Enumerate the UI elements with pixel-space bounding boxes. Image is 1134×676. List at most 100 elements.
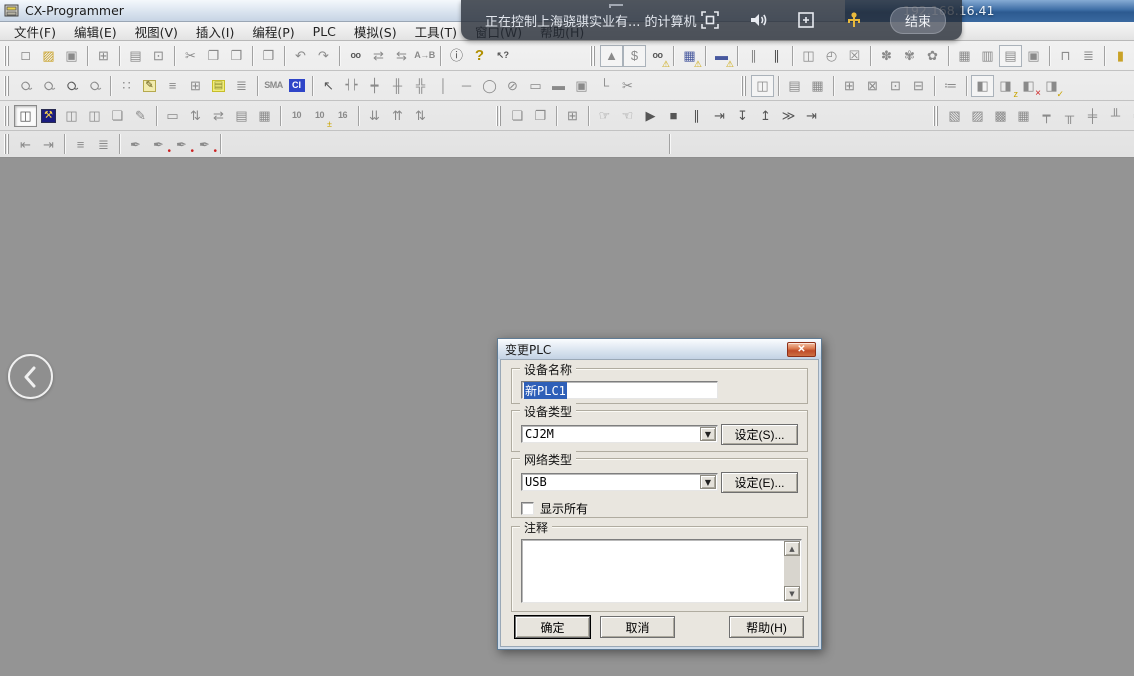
menu-tools[interactable]: 工具(T) xyxy=(406,21,466,42)
sim-continuous-step-button[interactable]: ≫ xyxy=(777,105,800,127)
find-online-button[interactable]: oo⚠ xyxy=(646,45,669,67)
new-closed-coil-button[interactable]: ⊘ xyxy=(501,75,524,97)
work-online-button[interactable]: ▲ xyxy=(600,45,623,67)
sound-button[interactable] xyxy=(746,8,770,32)
toolbar-grip[interactable] xyxy=(4,76,11,96)
context-help-button[interactable]: ↖? xyxy=(491,45,514,67)
online-edit-send-button[interactable]: ◨z xyxy=(994,75,1017,97)
memory-cascade-button[interactable]: ▥ xyxy=(976,45,999,67)
rung-wrapping-button[interactable]: ⊞ xyxy=(184,75,207,97)
menu-simulation[interactable]: 模拟(S) xyxy=(345,21,406,42)
io-table-button[interactable]: ◫ xyxy=(797,45,820,67)
show-hierarchy-button[interactable]: ≣ xyxy=(230,75,253,97)
cut-button[interactable]: ✂ xyxy=(179,45,202,67)
comment-grid-button[interactable]: ▦ xyxy=(1012,105,1035,127)
paste-button[interactable]: ❒ xyxy=(225,45,248,67)
show-all-checkbox[interactable] xyxy=(521,502,534,515)
go-to-rung-button[interactable]: ≣ xyxy=(92,133,115,155)
redo-button[interactable]: ↷ xyxy=(312,45,335,67)
transfer-from-plc-button[interactable]: ⇈ xyxy=(386,105,409,127)
sim-step-in-button[interactable]: ↧ xyxy=(731,105,754,127)
menu-plc[interactable]: PLC xyxy=(304,23,345,40)
compare-with-plc-button[interactable]: ⇄ xyxy=(207,105,230,127)
pause-monitoring-button[interactable]: ∥ xyxy=(742,45,765,67)
help-button[interactable]: 帮助(H) xyxy=(729,616,804,638)
auto-online-button[interactable]: $ xyxy=(623,45,646,67)
transfer-to-plc-button[interactable]: ▦⚠ xyxy=(678,45,701,67)
open-project-button[interactable]: ▨ xyxy=(37,45,60,67)
find-button[interactable]: oo xyxy=(344,45,367,67)
new-vertical-line-button[interactable]: │ xyxy=(432,75,455,97)
scroll-up-icon[interactable]: ▲ xyxy=(784,541,800,556)
cross-reference-button[interactable]: ◫ xyxy=(83,105,106,127)
toolbar-grip[interactable] xyxy=(4,46,11,66)
plc-clock-button[interactable]: ◴ xyxy=(820,45,843,67)
show-properties-button[interactable]: ✎ xyxy=(129,105,152,127)
overlay-handle[interactable] xyxy=(609,4,623,8)
sim-io-window-button[interactable]: ⊞ xyxy=(561,105,584,127)
help-contents-button[interactable]: ? xyxy=(468,45,491,67)
menu-file[interactable]: 文件(F) xyxy=(5,21,65,42)
memory-grid-button[interactable]: ▣ xyxy=(1022,45,1045,67)
verify-memory-button[interactable]: ⇅ xyxy=(409,105,432,127)
zoom-out-button[interactable]: Q xyxy=(37,75,60,97)
comment-box-button[interactable]: ▧ xyxy=(943,105,966,127)
paste-program-button[interactable]: ❒ xyxy=(257,45,280,67)
new-horizontal-line-button[interactable]: ─ xyxy=(455,75,478,97)
sim-step-out-button[interactable]: ↥ xyxy=(754,105,777,127)
sim-step-run-button[interactable]: ⇥ xyxy=(708,105,731,127)
end-session-button[interactable]: 结束 xyxy=(890,7,946,34)
fullscreen-button[interactable] xyxy=(698,8,722,32)
replace-button[interactable]: ⇄ xyxy=(367,45,390,67)
net-branch-bar-button[interactable]: ╤ xyxy=(1127,105,1134,127)
comment-textarea[interactable]: ▲ ▼ xyxy=(521,539,802,603)
monitor-mode-button[interactable]: ▬⚠ xyxy=(710,45,733,67)
monitor-signed-decimal-button[interactable]: 10± xyxy=(308,105,331,127)
set-breakpoint-button[interactable]: ☞ xyxy=(593,105,616,127)
new-instruction-button[interactable]: ▭ xyxy=(524,75,547,97)
indent-rung-right-button[interactable]: ⇥ xyxy=(37,133,60,155)
io-comment-view-button[interactable]: ❏ xyxy=(106,105,129,127)
sim-scan-window-button[interactable]: ❏ xyxy=(506,105,529,127)
ci-view-button[interactable]: CI xyxy=(285,75,308,97)
dialog-close-button[interactable]: ✕ xyxy=(787,342,816,357)
undo-button[interactable]: ↶ xyxy=(289,45,312,67)
watch-clear-value-button[interactable]: ⊠ xyxy=(861,75,884,97)
new-branch-button[interactable]: └ xyxy=(593,75,616,97)
window-compare-button[interactable]: ◫ xyxy=(751,75,774,97)
watch-apply-value-button[interactable]: ⊡ xyxy=(884,75,907,97)
toolbar-grip[interactable] xyxy=(496,106,503,126)
watch-hold-value-button[interactable]: ⊟ xyxy=(907,75,930,97)
network-type-combobox[interactable]: USB ▼ xyxy=(521,473,718,491)
sim-scan-run-button[interactable]: ⇥ xyxy=(800,105,823,127)
new-or-contact-button[interactable]: ╫ xyxy=(386,75,409,97)
toggle-output-window-button[interactable]: ⚒ xyxy=(37,105,60,127)
sim-stop-button[interactable]: ■ xyxy=(662,105,685,127)
monitor-hex-button[interactable]: 16 xyxy=(331,105,354,127)
net-branch-bottom-button[interactable]: ╨ xyxy=(1104,105,1127,127)
clear-bookmarks-button[interactable]: ✒• xyxy=(193,133,216,155)
fb-library-button[interactable]: ▦ xyxy=(806,75,829,97)
window-switch-button[interactable] xyxy=(794,8,818,32)
transfer-to-plc-quick-button[interactable]: ⇊ xyxy=(363,105,386,127)
zoom-in-button[interactable]: Q xyxy=(60,75,83,97)
network-type-dropdown-icon[interactable]: ▼ xyxy=(700,475,716,489)
memory-tile-button[interactable]: ▤ xyxy=(999,45,1022,67)
next-bookmark-button[interactable]: ✒• xyxy=(147,133,170,155)
net-branch-cross-button[interactable]: ╪ xyxy=(1081,105,1104,127)
differential-trace-button[interactable]: ⊓ xyxy=(1054,45,1077,67)
cancel-button[interactable]: 取消 xyxy=(600,616,675,638)
online-edit-begin-button[interactable]: ◧ xyxy=(971,75,994,97)
device-type-combobox[interactable]: CJ2M ▼ xyxy=(521,425,718,443)
monitor-decimal-button[interactable]: 10 xyxy=(285,105,308,127)
device-name-input[interactable]: 新PLC1 xyxy=(521,381,718,399)
save-project-button[interactable]: ▣ xyxy=(60,45,83,67)
toolbar-grip[interactable] xyxy=(933,106,940,126)
new-inverted-instruction-button[interactable]: ▬ xyxy=(547,75,570,97)
toolbar-grip[interactable] xyxy=(741,76,748,96)
transfer-fb-library-button[interactable]: ▤ xyxy=(783,75,806,97)
toggle-watch-window-button[interactable]: ◫ xyxy=(60,105,83,127)
comment-box-filled-button[interactable]: ▨ xyxy=(966,105,989,127)
monitor-in-rung-button[interactable]: ▤ xyxy=(207,75,230,97)
menu-program[interactable]: 编程(P) xyxy=(243,21,303,42)
